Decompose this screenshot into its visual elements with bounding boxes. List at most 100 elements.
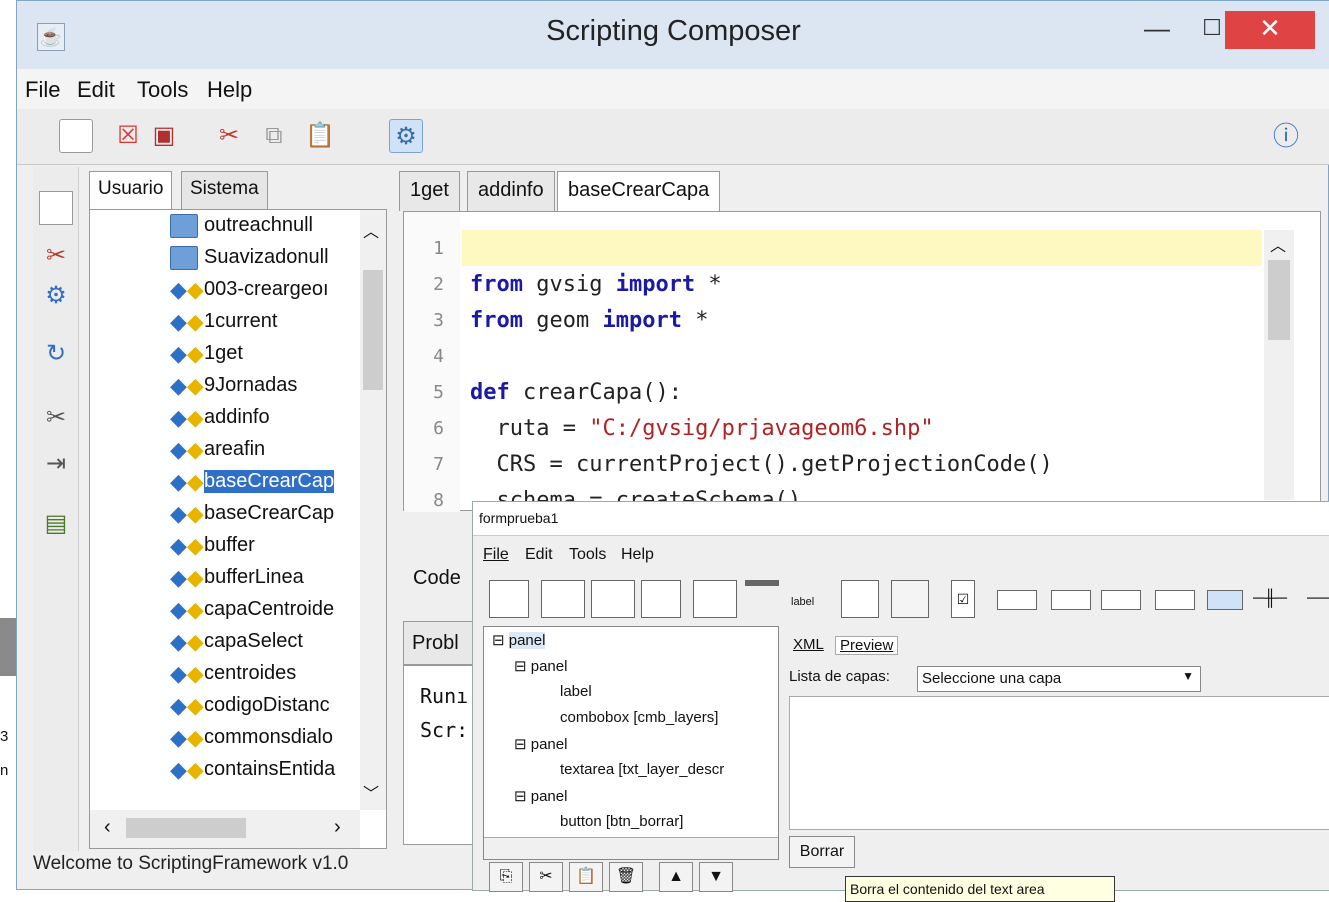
python-icon: ◆◆	[170, 629, 204, 654]
status-bar: Welcome to ScriptingFramework v1.0	[33, 853, 349, 874]
palette-checkbox-icon[interactable]: ☑	[951, 580, 975, 618]
code-tab[interactable]: Code	[403, 559, 483, 601]
form-tree-node[interactable]: button [btn_borrar]	[560, 813, 683, 829]
line-number: 8	[433, 490, 444, 510]
close-file-icon[interactable]: ☒	[111, 119, 145, 153]
python-icon: ◆◆	[170, 757, 204, 782]
palette-frame-icon[interactable]	[591, 580, 635, 618]
scroll-thumb[interactable]	[1268, 260, 1290, 340]
tree-horizontal-scrollbar[interactable]: ‹ ›	[90, 810, 360, 848]
palette-toolbar-icon[interactable]	[745, 580, 779, 586]
editor-scrollbar[interactable]: ︿	[1264, 230, 1294, 500]
python-icon: ◆◆	[170, 469, 204, 494]
palette-button-icon[interactable]	[841, 580, 879, 618]
palette-window-icon[interactable]	[541, 580, 585, 618]
tab-1get[interactable]: 1get	[399, 171, 460, 211]
tab-addinfo[interactable]: addinfo	[467, 171, 555, 211]
scroll-thumb[interactable]	[363, 270, 383, 390]
palette-split-icon[interactable]	[641, 580, 681, 618]
form-menu-tools[interactable]: Tools	[569, 546, 606, 564]
form-tree-node[interactable]: ⊟ panel	[514, 657, 567, 675]
palette-separator-icon[interactable]: ──	[1307, 590, 1329, 608]
settings-icon[interactable]: ⚙	[39, 279, 73, 313]
tree-vertical-scrollbar[interactable]: ︿ ﹀	[360, 210, 386, 810]
move-up-icon[interactable]: ▲	[659, 862, 693, 892]
layers-label: Lista de capas:	[789, 668, 890, 685]
menu-file[interactable]: File	[25, 77, 60, 103]
minimize-button[interactable]: —	[1132, 11, 1182, 49]
line-number-gutter: 1 2 3 4 5 6 7 8	[404, 212, 460, 512]
palette-textfield-icon[interactable]	[891, 580, 929, 618]
palette-label-icon[interactable]: label	[791, 596, 814, 608]
delete-component-icon[interactable]: 🗑	[609, 862, 643, 892]
form-menu-file[interactable]: File	[483, 546, 509, 564]
palette-list-icon[interactable]	[1101, 590, 1141, 610]
tools-icon[interactable]: ✂	[39, 401, 73, 435]
palette-slider-icon[interactable]: ─╫─	[1253, 590, 1287, 608]
palette-spinner-icon[interactable]	[1155, 590, 1195, 610]
add-component-icon[interactable]: ⎘	[489, 862, 523, 892]
new-file-icon[interactable]	[59, 119, 93, 153]
form-tree-node[interactable]: label	[560, 683, 592, 700]
save-icon[interactable]: ▣	[147, 119, 181, 153]
move-down-icon[interactable]: ▼	[699, 862, 733, 892]
import-icon[interactable]: ⇥	[39, 447, 73, 481]
python-icon: ◆◆	[170, 693, 204, 718]
title-bar[interactable]: ☕ Scripting Composer — ☐ ✕	[17, 1, 1329, 69]
palette-tab-icon[interactable]	[693, 580, 737, 618]
tab-xml[interactable]: XML	[793, 636, 824, 653]
scroll-thumb[interactable]	[126, 818, 246, 838]
tab-preview[interactable]: Preview	[835, 636, 899, 655]
tab-sistema[interactable]: Sistema	[181, 171, 268, 211]
scroll-up-icon[interactable]: ︿	[363, 218, 379, 242]
form-component-tree: ⊟ panel ⊟ panel label combobox [cmb_laye…	[483, 626, 779, 860]
script-tabs: Usuario Sistema	[89, 171, 389, 211]
paste-component-icon[interactable]: 📋	[569, 862, 603, 892]
copy-icon[interactable]: ⧉	[257, 119, 291, 153]
desktop-text: 3	[0, 728, 9, 745]
run-config-icon[interactable]: ⚙	[389, 119, 423, 153]
cut-icon[interactable]: ✂	[212, 119, 246, 153]
form-tree-node[interactable]: textarea [txt_layer_descr	[560, 761, 724, 778]
menu-edit[interactable]: Edit	[77, 77, 115, 103]
form-tree-node[interactable]: combobox [cmb_layers]	[560, 709, 718, 726]
palette-progressbar-icon[interactable]	[1207, 590, 1243, 610]
python-icon: ◆◆	[170, 597, 204, 622]
palette-combobox-icon[interactable]	[1051, 590, 1091, 610]
new-script-icon[interactable]	[39, 191, 73, 225]
line-number: 2	[433, 274, 444, 295]
palette-panel-icon[interactable]	[489, 580, 529, 618]
form-tree-node[interactable]: ⊟ panel	[514, 787, 567, 805]
package-icon[interactable]: ▤	[39, 507, 73, 541]
scroll-up-icon[interactable]: ︿	[1270, 232, 1286, 256]
tab-usuario[interactable]: Usuario	[89, 171, 173, 211]
scroll-right-icon[interactable]: ›	[334, 816, 341, 839]
close-button[interactable]: ✕	[1225, 11, 1315, 49]
help-icon[interactable]: ⓘ	[1269, 119, 1303, 153]
tab-basecrearcapa[interactable]: baseCrearCapa	[557, 171, 721, 211]
menu-tools[interactable]: Tools	[137, 77, 188, 103]
scroll-down-icon[interactable]: ﹀	[363, 780, 379, 804]
form-tree-buttons: ⎘ ✂ 📋 🗑 ▲ ▼	[483, 860, 783, 892]
cut-component-icon[interactable]: ✂	[529, 862, 563, 892]
paste-icon[interactable]: 📋	[303, 119, 337, 153]
layers-combobox[interactable]: Seleccione una capa ▼	[917, 666, 1201, 692]
delete-script-icon[interactable]: ✂	[39, 239, 73, 273]
menu-help[interactable]: Help	[207, 77, 252, 103]
form-tree-hscrollbar[interactable]	[484, 837, 778, 859]
vertical-toolbar: ✂ ⚙ ↻ ✂ ⇥ ▤	[33, 167, 79, 851]
scroll-left-icon[interactable]: ‹	[104, 816, 111, 839]
line-number: 4	[433, 346, 444, 367]
code-line: ruta = "C:/gvsig/prjavageom6.shp"	[470, 416, 934, 441]
form-menu-help[interactable]: Help	[621, 546, 654, 564]
layer-description-textarea[interactable]	[789, 696, 1329, 830]
palette-textarea-icon[interactable]	[997, 590, 1037, 610]
refresh-icon[interactable]: ↻	[39, 337, 73, 371]
form-tree-node[interactable]: ⊟ panel	[514, 735, 567, 753]
form-designer-window: formprueba1 File Edit Tools Help label ☑…	[472, 501, 1329, 902]
problems-tab[interactable]: Probl	[403, 621, 483, 665]
borrar-button[interactable]: Borrar	[789, 836, 855, 868]
code-editor[interactable]: 1 2 3 4 5 6 7 8 from gvsig import * from…	[403, 211, 1321, 512]
form-menu-edit[interactable]: Edit	[525, 546, 553, 564]
form-tree-node[interactable]: ⊟ panel	[492, 631, 546, 649]
